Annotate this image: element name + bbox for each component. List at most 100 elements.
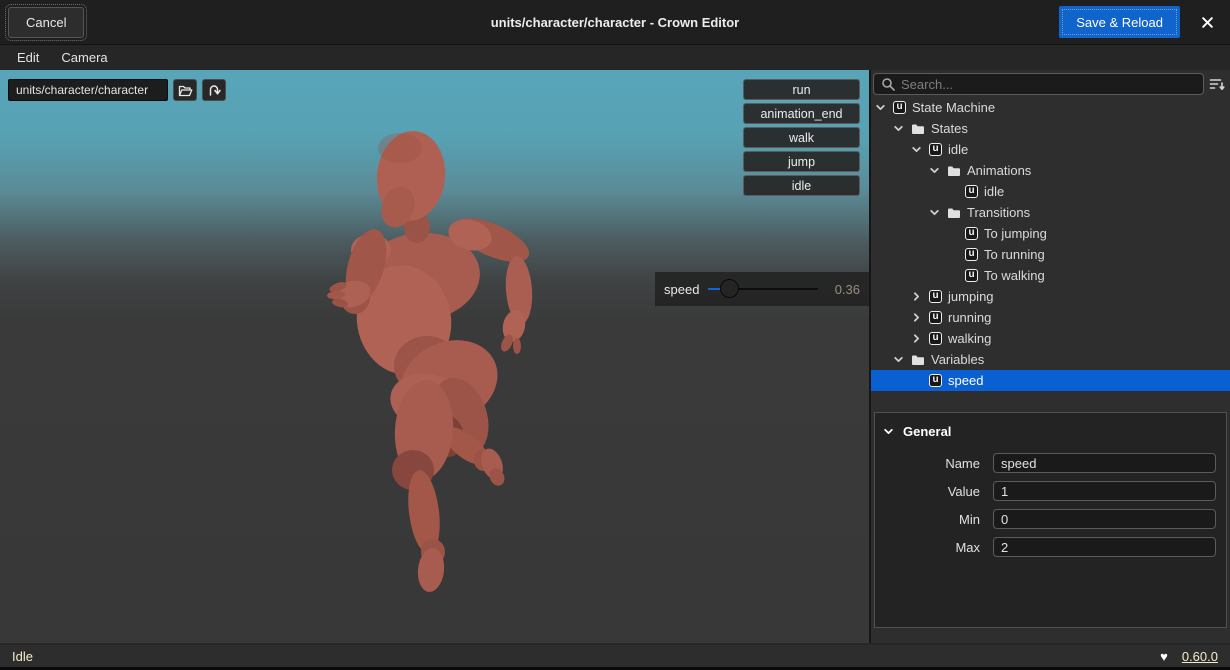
property-label-name: Name — [883, 456, 993, 471]
tree-item-label: speed — [948, 373, 983, 388]
chevron-down-icon — [875, 102, 886, 113]
folder-icon-wrap — [947, 207, 961, 219]
chevron-down-icon — [893, 123, 904, 134]
tree-item-label: States — [931, 121, 968, 136]
tree-item-animations[interactable]: Animations — [871, 160, 1230, 181]
slider-value: 0.36 — [827, 282, 860, 297]
tree-item-label: Transitions — [967, 205, 1030, 220]
tree-item-label: To walking — [984, 268, 1045, 283]
event-button-animation-end[interactable]: animation_end — [743, 103, 860, 124]
folder-icon — [911, 354, 925, 366]
search-input[interactable] — [901, 77, 1196, 92]
folder-icon-wrap — [911, 354, 925, 366]
tree-item-transitions[interactable]: Transitions — [871, 202, 1230, 223]
open-folder-button[interactable] — [173, 79, 197, 101]
property-input-name[interactable] — [993, 453, 1216, 473]
event-button-run[interactable]: run — [743, 79, 860, 100]
general-section-header[interactable]: General — [883, 419, 1218, 443]
viewport-3d[interactable]: runanimation_endwalkjumpidle speed 0.36 — [0, 70, 869, 643]
property-row-name: Name — [883, 453, 1218, 473]
title-bar: Cancel units/character/character - Crown… — [0, 0, 1230, 45]
close-icon[interactable] — [1199, 14, 1215, 30]
tree-expander[interactable] — [911, 144, 923, 156]
slider-knob[interactable] — [720, 279, 739, 298]
event-button-jump[interactable]: jump — [743, 151, 860, 172]
tree-item-running[interactable]: u running — [871, 307, 1230, 328]
property-input-max[interactable] — [993, 537, 1216, 557]
properties-panel: General Name Value Min Max — [874, 412, 1227, 628]
tree-expander[interactable] — [911, 291, 923, 303]
property-rows: Name Value Min Max — [883, 453, 1218, 557]
tree-item-label: State Machine — [912, 100, 995, 115]
unit-icon: u — [893, 101, 906, 114]
property-label-max: Max — [883, 540, 993, 555]
tree-expander[interactable] — [893, 123, 905, 135]
event-button-idle[interactable]: idle — [743, 175, 860, 196]
tree-props-gap — [871, 391, 1230, 412]
version-link[interactable]: 0.60.0 — [1182, 649, 1218, 664]
property-row-min: Min — [883, 509, 1218, 529]
tree-expander[interactable] — [911, 333, 923, 345]
chevron-right-icon — [911, 333, 922, 344]
unit-icon: u — [929, 290, 942, 303]
chevron-down-icon — [911, 144, 922, 155]
tree-item-idle[interactable]: uidle — [871, 139, 1230, 160]
reload-resource-button[interactable] — [202, 79, 226, 101]
unit-icon: u — [965, 185, 978, 198]
tree-item-state-machine[interactable]: u State Machine — [871, 97, 1230, 118]
general-section-label: General — [903, 424, 951, 439]
tree-expander[interactable] — [929, 165, 941, 177]
tree-item-states[interactable]: States — [871, 118, 1230, 139]
main-area: run animation_endwalk jump idle speed 0.36 — [0, 70, 1230, 643]
animation-event-buttons: run animation_endwalk jump idle — [743, 79, 860, 196]
cancel-button[interactable]: Cancel — [8, 7, 84, 38]
sort-button[interactable] — [1207, 74, 1228, 94]
status-bar: Idle ♥ 0.60.0 — [0, 645, 1230, 667]
tree-item-variables[interactable]: Variables — [871, 349, 1230, 370]
tree-item-label: idle — [984, 184, 1004, 199]
tree-item-label: Animations — [967, 163, 1031, 178]
titlebar-actions: Save & Reload — [1059, 6, 1230, 38]
heart-icon[interactable]: ♥ — [1160, 649, 1168, 664]
tree-item-speed[interactable]: uspeed — [871, 370, 1230, 391]
unit-icon: u — [965, 269, 978, 282]
tree-expander[interactable] — [929, 207, 941, 219]
tree-item-to-walking[interactable]: u To walking — [871, 265, 1230, 286]
tree-item-to-jumping[interactable]: uTo jumping — [871, 223, 1230, 244]
speed-slider[interactable] — [708, 279, 818, 299]
tree-item-idle[interactable]: uidle — [871, 181, 1230, 202]
property-label-value: Value — [883, 484, 993, 499]
folder-icon-wrap — [947, 165, 961, 177]
status-right: ♥ 0.60.0 — [1160, 649, 1218, 664]
character-figure — [0, 70, 869, 643]
menu-camera[interactable]: Camera — [56, 48, 112, 67]
folder-open-icon — [178, 84, 193, 97]
tree-item-to-running[interactable]: uTo running — [871, 244, 1230, 265]
chevron-down-icon — [929, 207, 940, 218]
tree-expander[interactable] — [875, 102, 887, 114]
event-button-walk[interactable]: walk — [743, 127, 860, 148]
tree-item-label: idle — [948, 142, 968, 157]
tree-item-jumping[interactable]: u jumping — [871, 286, 1230, 307]
unit-icon: u — [929, 143, 942, 156]
tree-item-label: running — [948, 310, 991, 325]
save-reload-button[interactable]: Save & Reload — [1059, 6, 1180, 38]
unit-icon: u — [929, 311, 942, 324]
folder-icon — [911, 123, 925, 135]
unit-icon: u — [929, 332, 942, 345]
sort-icon — [1209, 77, 1226, 92]
tree-item-label: jumping — [948, 289, 994, 304]
chevron-down-icon — [883, 426, 894, 437]
tree-item-walking[interactable]: uwalking — [871, 328, 1230, 349]
folder-icon — [947, 165, 961, 177]
chevron-right-icon — [911, 312, 922, 323]
tree-expander[interactable] — [911, 312, 923, 324]
property-label-min: Min — [883, 512, 993, 527]
property-input-value[interactable] — [993, 481, 1216, 501]
property-input-min[interactable] — [993, 509, 1216, 529]
search-box[interactable] — [873, 73, 1204, 95]
folder-icon-wrap — [911, 123, 925, 135]
menu-edit[interactable]: Edit — [12, 48, 44, 67]
resource-path-input[interactable] — [8, 79, 168, 101]
tree-expander[interactable] — [893, 354, 905, 366]
